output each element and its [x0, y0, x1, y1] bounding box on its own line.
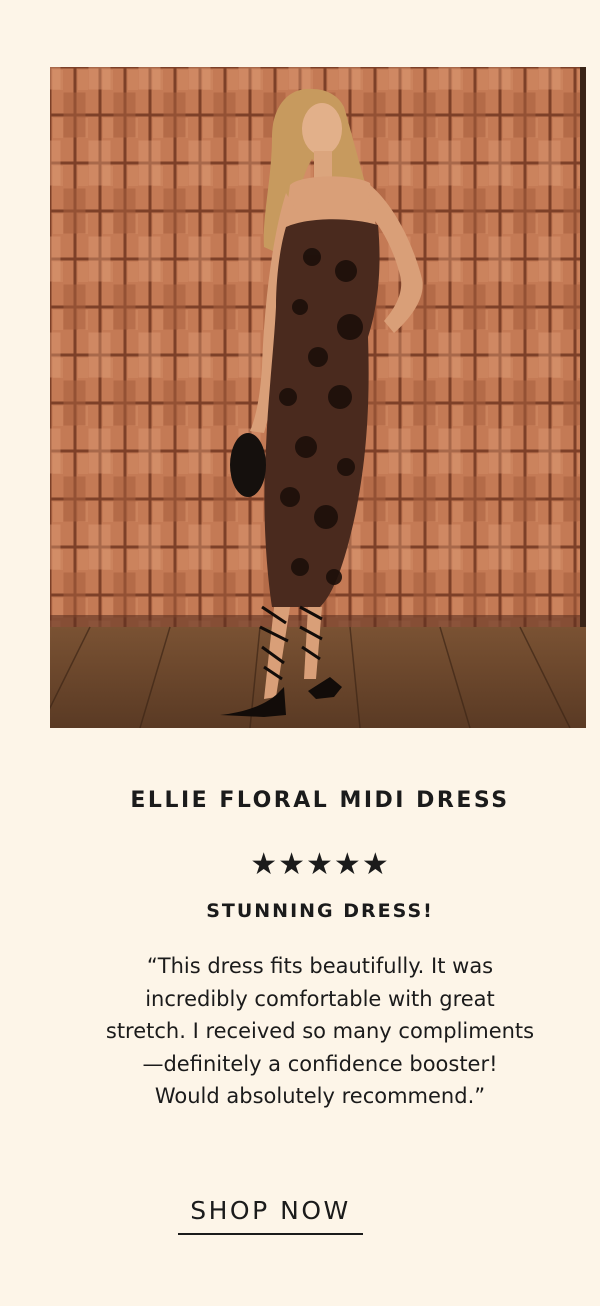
rating-stars: ★★★★★	[250, 847, 390, 882]
review-line: Would absolutely recommend.”	[154, 1084, 486, 1108]
product-name: ELLIE FLORAL MIDI DRESS	[130, 788, 510, 813]
product-photo[interactable]	[50, 67, 586, 728]
review-line: “This dress fits beautifully. It was	[146, 954, 494, 978]
review-line: incredibly comfortable with great	[145, 986, 495, 1011]
review-text: “This dress fits beautifully. It was inc…	[45, 950, 595, 1113]
review-line: stretch. I received so many compliments	[105, 1019, 535, 1043]
review-line: —definitely a confidence booster!	[142, 1051, 498, 1076]
review-title: STUNNING DRESS!	[206, 900, 434, 922]
model-in-dress-image	[50, 67, 586, 728]
shop-now-link[interactable]: SHOP NOW	[178, 1196, 363, 1235]
